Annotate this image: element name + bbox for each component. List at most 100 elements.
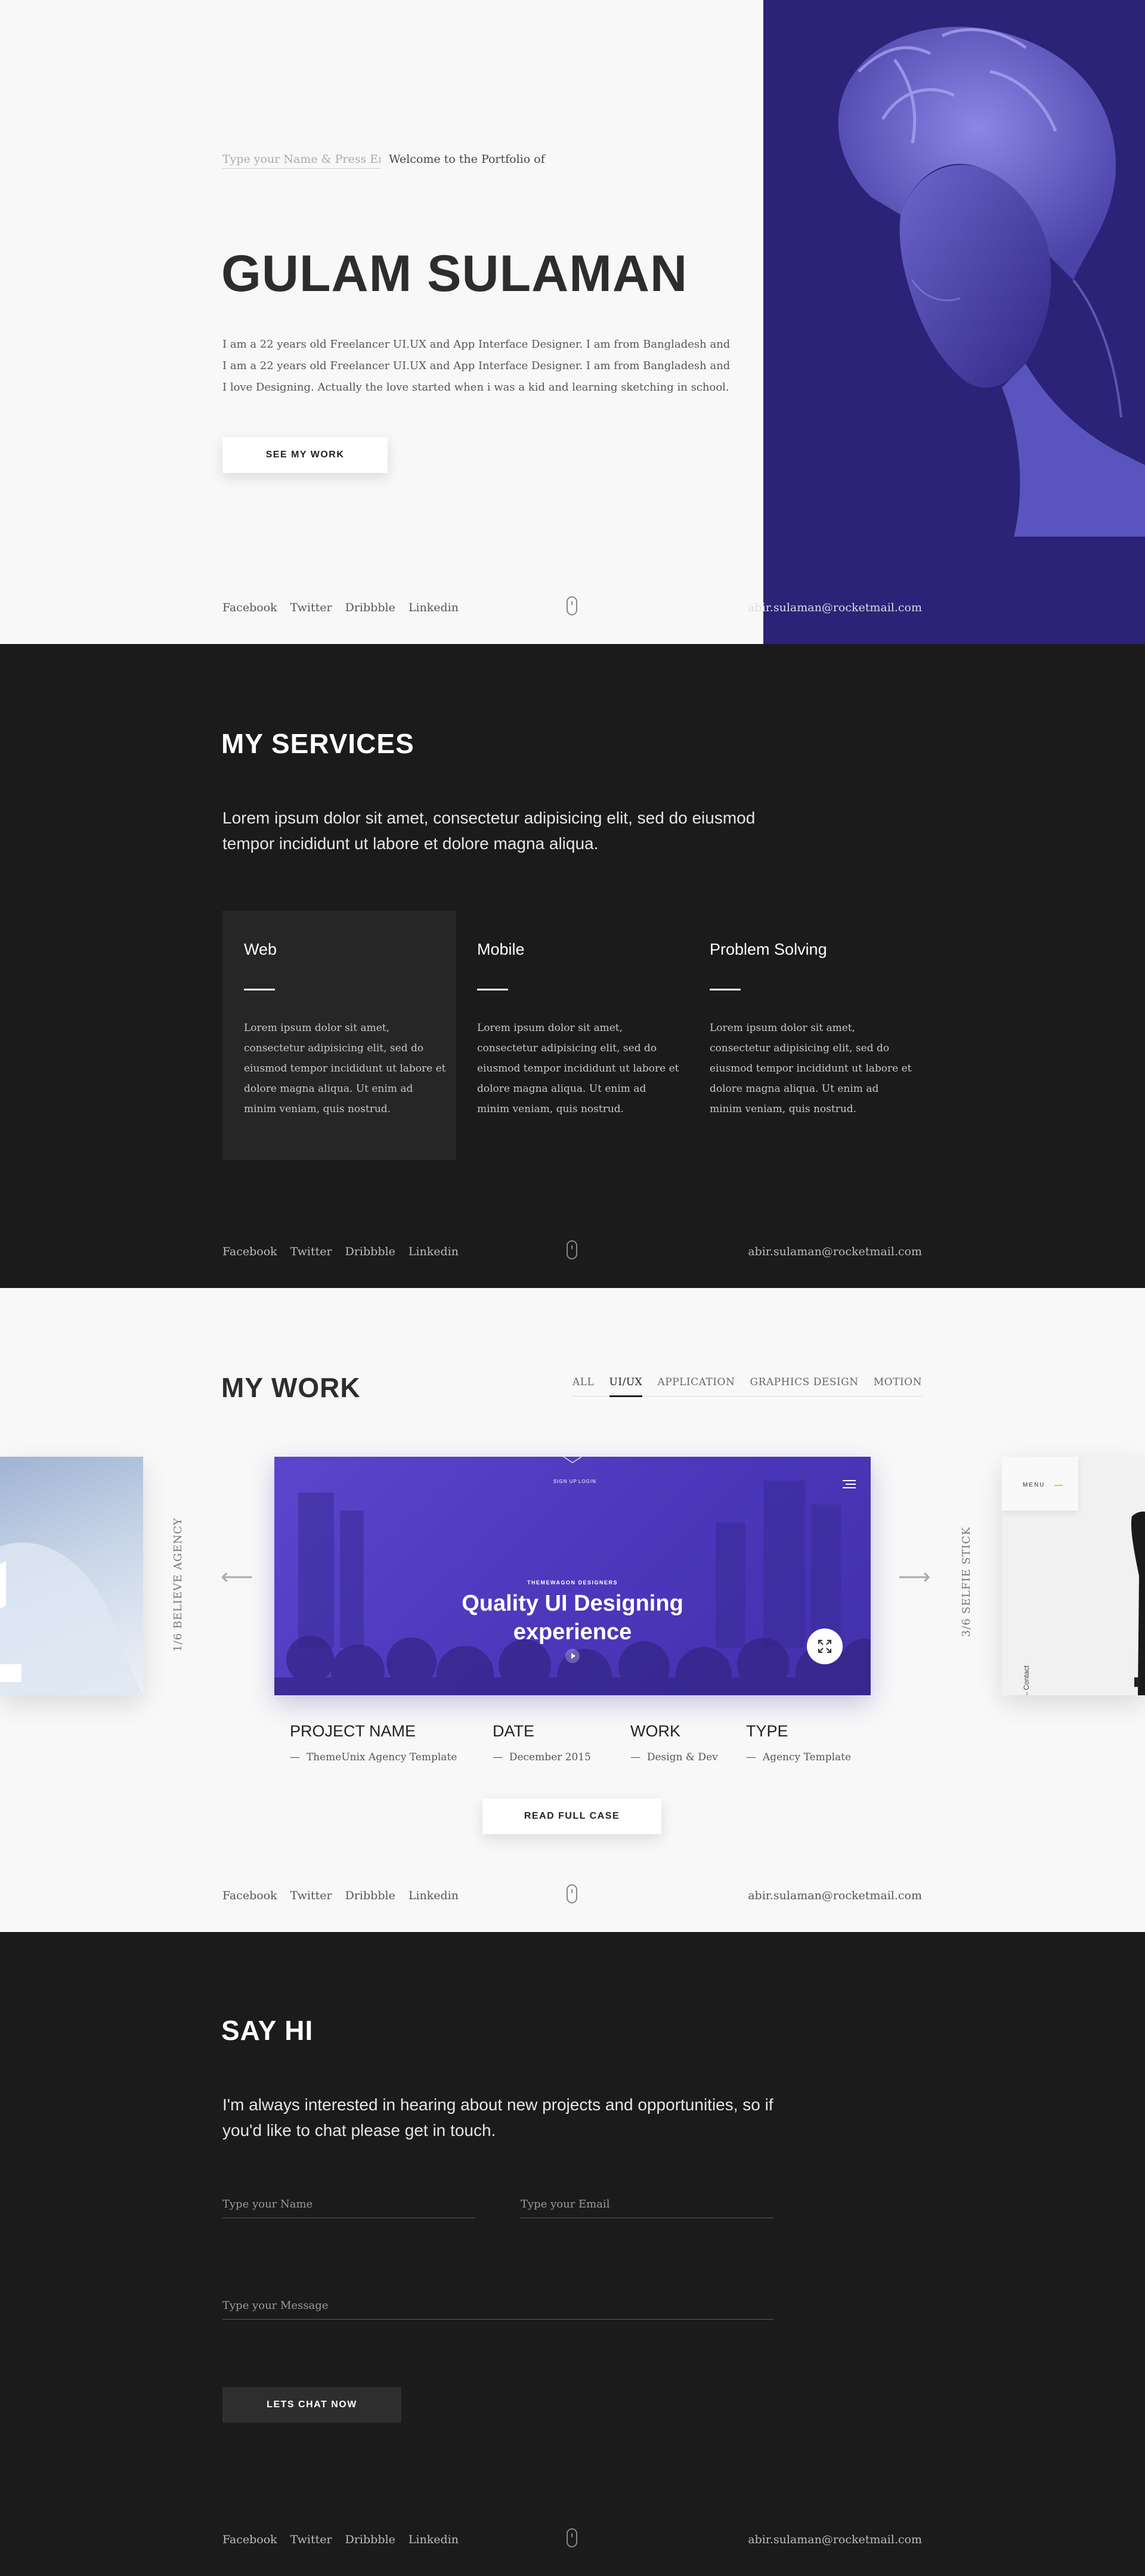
project-card-previous[interactable] [0, 1457, 143, 1695]
dash: — [290, 1751, 307, 1763]
divider [710, 989, 741, 990]
previous-project-label: 1/6 BELIEVE AGENCY [172, 1518, 184, 1652]
social-links: Facebook Twitter Dribbble Linkedin [222, 601, 459, 614]
footer: Facebook Twitter Dribbble Linkedin abir.… [0, 1240, 1145, 1263]
service-card-web[interactable]: Web Lorem ipsum dolor sit amet, consecte… [222, 911, 456, 1160]
info-label: PROJECT NAME [290, 1722, 416, 1740]
dribbble-link[interactable]: Dribbble [345, 1245, 395, 1258]
message-field[interactable] [222, 2299, 773, 2320]
email-link[interactable]: abir.sulaman@rocketmail.com [748, 1889, 922, 1902]
scroll-mouse-icon[interactable] [567, 2528, 577, 2547]
play-icon[interactable] [565, 1649, 580, 1663]
social-links: Facebook Twitter Dribbble Linkedin [222, 2533, 459, 2546]
expand-icon[interactable] [807, 1628, 843, 1664]
services-title: MY SERVICES [221, 728, 414, 759]
info-project-name: PROJECT NAME — ThemeUnix Agency Template [290, 1722, 457, 1763]
footer: Facebook Twitter Dribbble Linkedin abir.… [0, 596, 1145, 619]
info-label: TYPE [746, 1722, 788, 1740]
twitter-link[interactable]: Twitter [290, 1245, 332, 1258]
facebook-link[interactable]: Facebook [222, 1245, 277, 1258]
service-title: Web [244, 940, 277, 958]
dribbble-link[interactable]: Dribbble [345, 2533, 395, 2546]
scroll-mouse-icon[interactable] [567, 596, 577, 615]
lets-chat-now-button[interactable]: LETS CHAT NOW [222, 2387, 401, 2423]
email-field[interactable] [521, 2198, 773, 2218]
service-card-problem-solving[interactable]: Problem Solving Lorem ipsum dolor sit am… [688, 911, 922, 1160]
filter-graphics-design[interactable]: GRAPHICS DESIGN [750, 1375, 859, 1397]
project-card-next[interactable]: MENU your offer — Store — Contact [1002, 1457, 1145, 1695]
service-card-mobile[interactable]: Mobile Lorem ipsum dolor sit amet, conse… [456, 911, 689, 1160]
filter-all[interactable]: ALL [572, 1375, 594, 1397]
info-label: DATE [493, 1722, 535, 1740]
project-headline-line2: experience [513, 1620, 632, 1645]
service-text: Lorem ipsum dolor sit amet, consectetur … [244, 1022, 446, 1115]
divider [477, 989, 508, 990]
name-input[interactable] [222, 153, 380, 169]
hero-bio: I am a 22 years old Freelancer UI.UX and… [222, 338, 731, 394]
social-links: Facebook Twitter Dribbble Linkedin [222, 1889, 459, 1902]
services-section: MY SERVICES Lorem ipsum dolor sit amet, … [0, 644, 1145, 1288]
project-card-current[interactable]: SIGN UP LOGIN THEMEWAGON DESIGNERS Quali… [274, 1457, 871, 1695]
signup-link[interactable]: SIGN UP [553, 1479, 577, 1484]
service-title: Mobile [477, 940, 525, 958]
twitter-link[interactable]: Twitter [290, 1889, 332, 1902]
portrait-image [838, 26, 1145, 537]
info-value: Agency Template [762, 1751, 852, 1763]
info-value: ThemeUnix Agency Template [306, 1751, 457, 1763]
welcome-text: Welcome to the Portfolio of [389, 153, 545, 166]
project-preview-image [0, 1542, 143, 1695]
filter-motion[interactable]: MOTION [874, 1375, 922, 1397]
info-label: WORK [630, 1722, 680, 1740]
facebook-link[interactable]: Facebook [222, 601, 277, 614]
divider [244, 989, 275, 990]
twitter-link[interactable]: Twitter [290, 601, 332, 614]
project-headline: Quality UI Designing experience [274, 1589, 871, 1646]
work-title: MY WORK [221, 1372, 361, 1403]
hero-section: Welcome to the Portfolio of GULAM SULAMA… [0, 0, 1145, 644]
dribbble-link[interactable]: Dribbble [345, 601, 395, 614]
hero-portrait [763, 0, 1145, 644]
filter-application[interactable]: APPLICATION [657, 1375, 735, 1397]
scroll-mouse-icon[interactable] [567, 1884, 577, 1903]
contact-title: SAY HI [221, 2015, 314, 2046]
scroll-mouse-icon[interactable] [567, 1240, 577, 1259]
work-filter-bar: ALL UI/UX APPLICATION GRAPHICS DESIGN MO… [572, 1375, 922, 1397]
email-link[interactable]: abir.sulaman@rocketmail.com [748, 2533, 922, 2546]
email-link[interactable]: abir.sulaman@rocketmail.com [748, 601, 922, 614]
project-brand: THEMEWAGON DESIGNERS [527, 1580, 618, 1586]
project-headline-line1: Quality UI Designing [462, 1591, 683, 1616]
name-field[interactable] [222, 2198, 475, 2218]
service-text: Lorem ipsum dolor sit amet, consectetur … [710, 1022, 912, 1115]
work-section: MY WORK ALL UI/UX APPLICATION GRAPHICS D… [0, 1288, 1145, 1932]
facebook-link[interactable]: Facebook [222, 2533, 277, 2546]
linkedin-link[interactable]: Linkedin [409, 1889, 459, 1902]
linkedin-link[interactable]: Linkedin [409, 2533, 459, 2546]
linkedin-link[interactable]: Linkedin [409, 601, 459, 614]
service-text: Lorem ipsum dolor sit amet, consectetur … [477, 1022, 679, 1115]
dribbble-link[interactable]: Dribbble [345, 1889, 395, 1902]
arrow-right-icon[interactable]: ⟶ [898, 1563, 930, 1590]
read-full-case-button[interactable]: READ FULL CASE [482, 1798, 661, 1834]
linkedin-link[interactable]: Linkedin [409, 1245, 459, 1258]
contact-lead: I'm always interested in hearing about n… [222, 2095, 773, 2140]
services-lead: Lorem ipsum dolor sit amet, consectetur … [222, 809, 756, 853]
info-work: WORK — Design & Dev [630, 1722, 718, 1763]
product-image [1131, 1511, 1145, 1695]
login-link[interactable]: LOGIN [578, 1479, 596, 1484]
email-link[interactable]: abir.sulaman@rocketmail.com [748, 1245, 922, 1258]
info-type: TYPE — Agency Template [746, 1722, 851, 1763]
see-my-work-button[interactable]: SEE MY WORK [222, 437, 388, 473]
filter-ui-ux[interactable]: UI/UX [609, 1375, 643, 1397]
contact-section: SAY HI I'm always interested in hearing … [0, 1932, 1145, 2576]
dash: — [493, 1751, 509, 1763]
arrow-left-icon[interactable]: ⟵ [221, 1563, 253, 1590]
info-date: DATE — December 2015 [493, 1722, 591, 1763]
footer: Facebook Twitter Dribbble Linkedin abir.… [0, 1884, 1145, 1907]
hero-title: GULAM SULAMAN [221, 245, 688, 302]
twitter-link[interactable]: Twitter [290, 2533, 332, 2546]
facebook-link[interactable]: Facebook [222, 1889, 277, 1902]
service-title: Problem Solving [710, 940, 827, 958]
footer: Facebook Twitter Dribbble Linkedin abir.… [0, 2528, 1145, 2551]
dash: — [630, 1751, 647, 1763]
next-project-label: 3/6 SELFIE STICK [960, 1527, 973, 1637]
